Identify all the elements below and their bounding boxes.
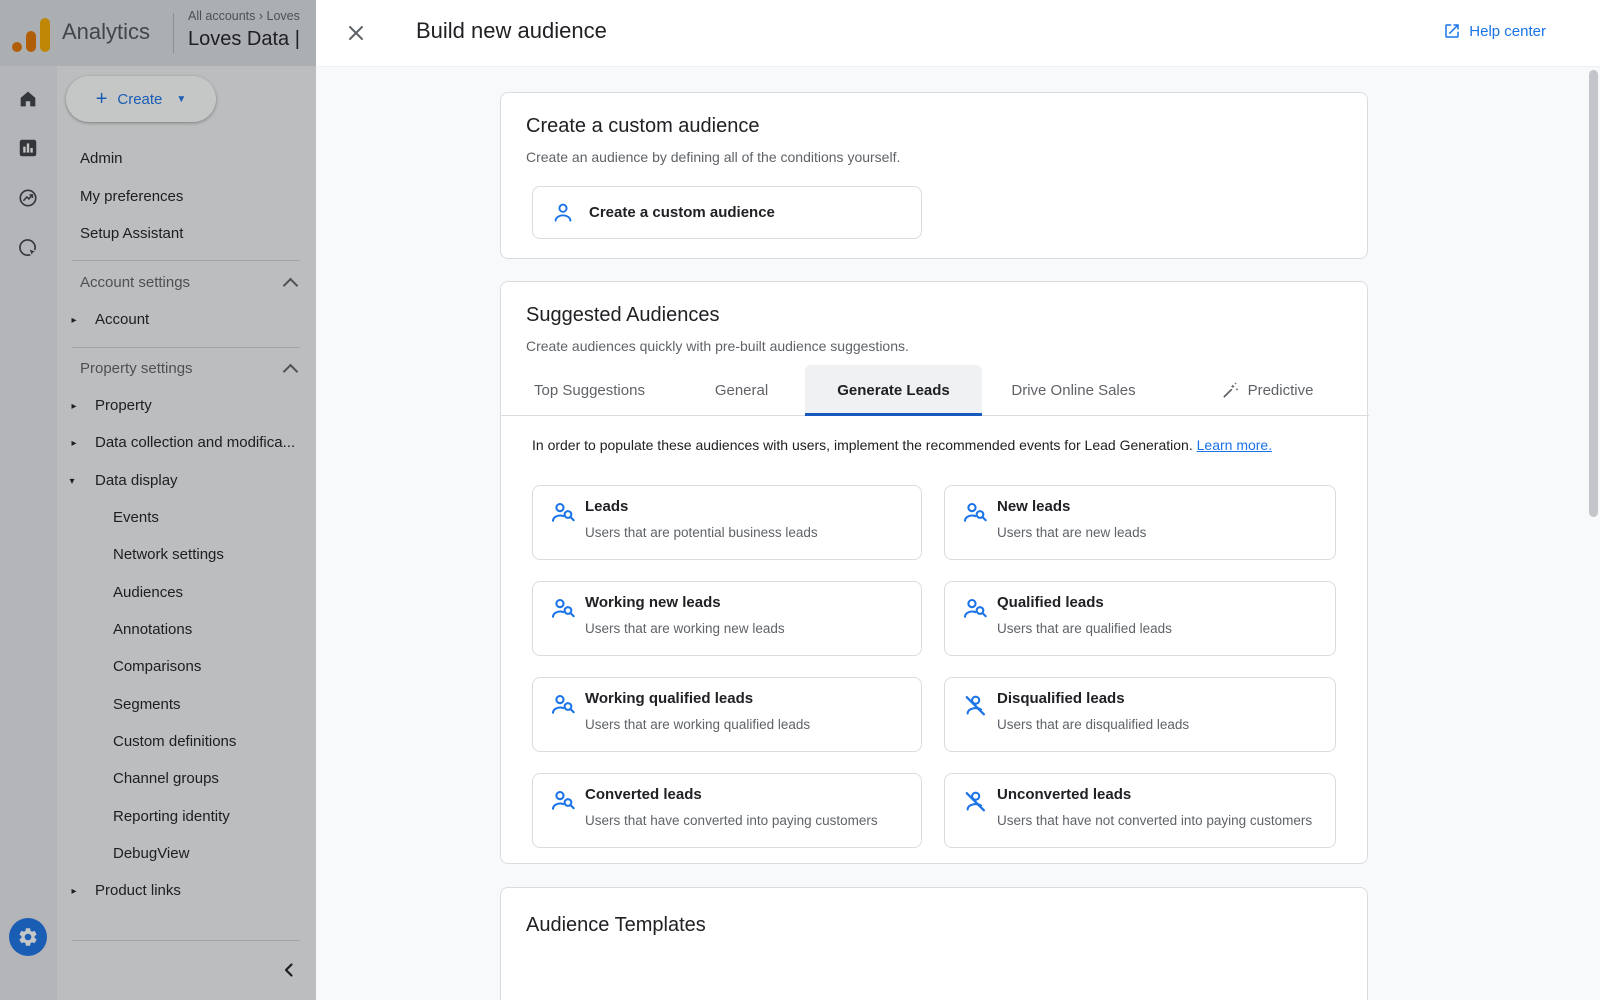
open-in-new-icon xyxy=(1443,22,1461,40)
suggested-audiences-tabs: Top Suggestions General Generate Leads D… xyxy=(501,365,1369,416)
audience-templates-card: Audience Templates xyxy=(500,887,1368,1000)
person-off-icon xyxy=(962,692,988,718)
audience-description: Users that are working qualified leads xyxy=(585,717,810,732)
custom-audience-subheading: Create an audience by defining all of th… xyxy=(526,149,900,165)
audience-description: Users that have converted into paying cu… xyxy=(585,813,878,828)
audience-title: Converted leads xyxy=(585,786,702,803)
person-search-icon xyxy=(962,500,988,526)
audience-description: Users that are qualified leads xyxy=(997,621,1172,636)
audience-title: Working new leads xyxy=(585,594,721,611)
person-search-icon xyxy=(550,692,576,718)
scrollbar-thumb[interactable] xyxy=(1589,70,1598,517)
ga-analytics-app: Analytics All accounts › Loves Loves Dat… xyxy=(0,0,1600,1000)
audience-card-working-new-leads[interactable]: Working new leads Users that are working… xyxy=(532,581,922,656)
person-off-icon xyxy=(962,788,988,814)
dialog-title: Build new audience xyxy=(416,18,607,44)
audience-description: Users that are disqualified leads xyxy=(997,717,1189,732)
tab-drive-online-sales[interactable]: Drive Online Sales xyxy=(982,365,1165,415)
help-center-link[interactable]: Help center xyxy=(1443,22,1546,40)
audience-templates-heading: Audience Templates xyxy=(526,914,706,937)
person-search-icon xyxy=(962,596,988,622)
modal-scrim xyxy=(0,0,316,1000)
custom-audience-card: Create a custom audience Create an audie… xyxy=(500,92,1368,259)
audience-description: Users that are working new leads xyxy=(585,621,785,636)
help-center-label: Help center xyxy=(1469,23,1546,40)
audience-card-qualified-leads[interactable]: Qualified leads Users that are qualified… xyxy=(944,581,1336,656)
person-search-icon xyxy=(550,788,576,814)
audience-title: Leads xyxy=(585,498,628,515)
audience-card-working-qualified-leads[interactable]: Working qualified leads Users that are w… xyxy=(532,677,922,752)
audience-title: Disqualified leads xyxy=(997,690,1125,707)
audience-title: Working qualified leads xyxy=(585,690,753,707)
tab-predictive-label: Predictive xyxy=(1248,382,1314,399)
close-icon[interactable] xyxy=(344,21,368,45)
audience-card-converted-leads[interactable]: Converted leads Users that have converte… xyxy=(532,773,922,848)
custom-audience-heading: Create a custom audience xyxy=(526,115,759,138)
suggested-audiences-heading: Suggested Audiences xyxy=(526,304,720,327)
build-audience-dialog: Build new audience Help center Audiences… xyxy=(316,0,1600,1000)
tab-predictive[interactable]: Predictive xyxy=(1165,365,1369,415)
tab-generate-leads[interactable]: Generate Leads xyxy=(805,365,982,415)
notice-text: In order to populate these audiences wit… xyxy=(532,437,1193,453)
lead-generation-notice: In order to populate these audiences wit… xyxy=(532,437,1272,453)
tab-general[interactable]: General xyxy=(678,365,805,415)
learn-more-link[interactable]: Learn more. xyxy=(1197,437,1272,453)
audience-title: Unconverted leads xyxy=(997,786,1131,803)
audience-description: Users that have not converted into payin… xyxy=(997,813,1312,828)
audience-card-unconverted-leads[interactable]: Unconverted leads Users that have not co… xyxy=(944,773,1336,848)
audience-card-disqualified-leads[interactable]: Disqualified leads Users that are disqua… xyxy=(944,677,1336,752)
audience-description: Users that are potential business leads xyxy=(585,525,818,540)
create-custom-audience-button[interactable]: Create a custom audience xyxy=(532,186,922,239)
audience-description: Users that are new leads xyxy=(997,525,1146,540)
dialog-header: Build new audience Help center xyxy=(316,0,1600,67)
person-icon xyxy=(551,201,575,225)
audience-card-leads[interactable]: Leads Users that are potential business … xyxy=(532,485,922,560)
tab-top-suggestions[interactable]: Top Suggestions xyxy=(501,365,678,415)
audience-title: New leads xyxy=(997,498,1070,515)
audience-title: Qualified leads xyxy=(997,594,1104,611)
person-search-icon xyxy=(550,596,576,622)
suggested-audiences-subheading: Create audiences quickly with pre-built … xyxy=(526,338,909,354)
person-search-icon xyxy=(550,500,576,526)
create-custom-audience-label: Create a custom audience xyxy=(589,204,775,221)
audience-card-new-leads[interactable]: New leads Users that are new leads xyxy=(944,485,1336,560)
suggested-audiences-card: Suggested Audiences Create audiences qui… xyxy=(500,281,1368,864)
magic-wand-icon xyxy=(1221,381,1240,400)
